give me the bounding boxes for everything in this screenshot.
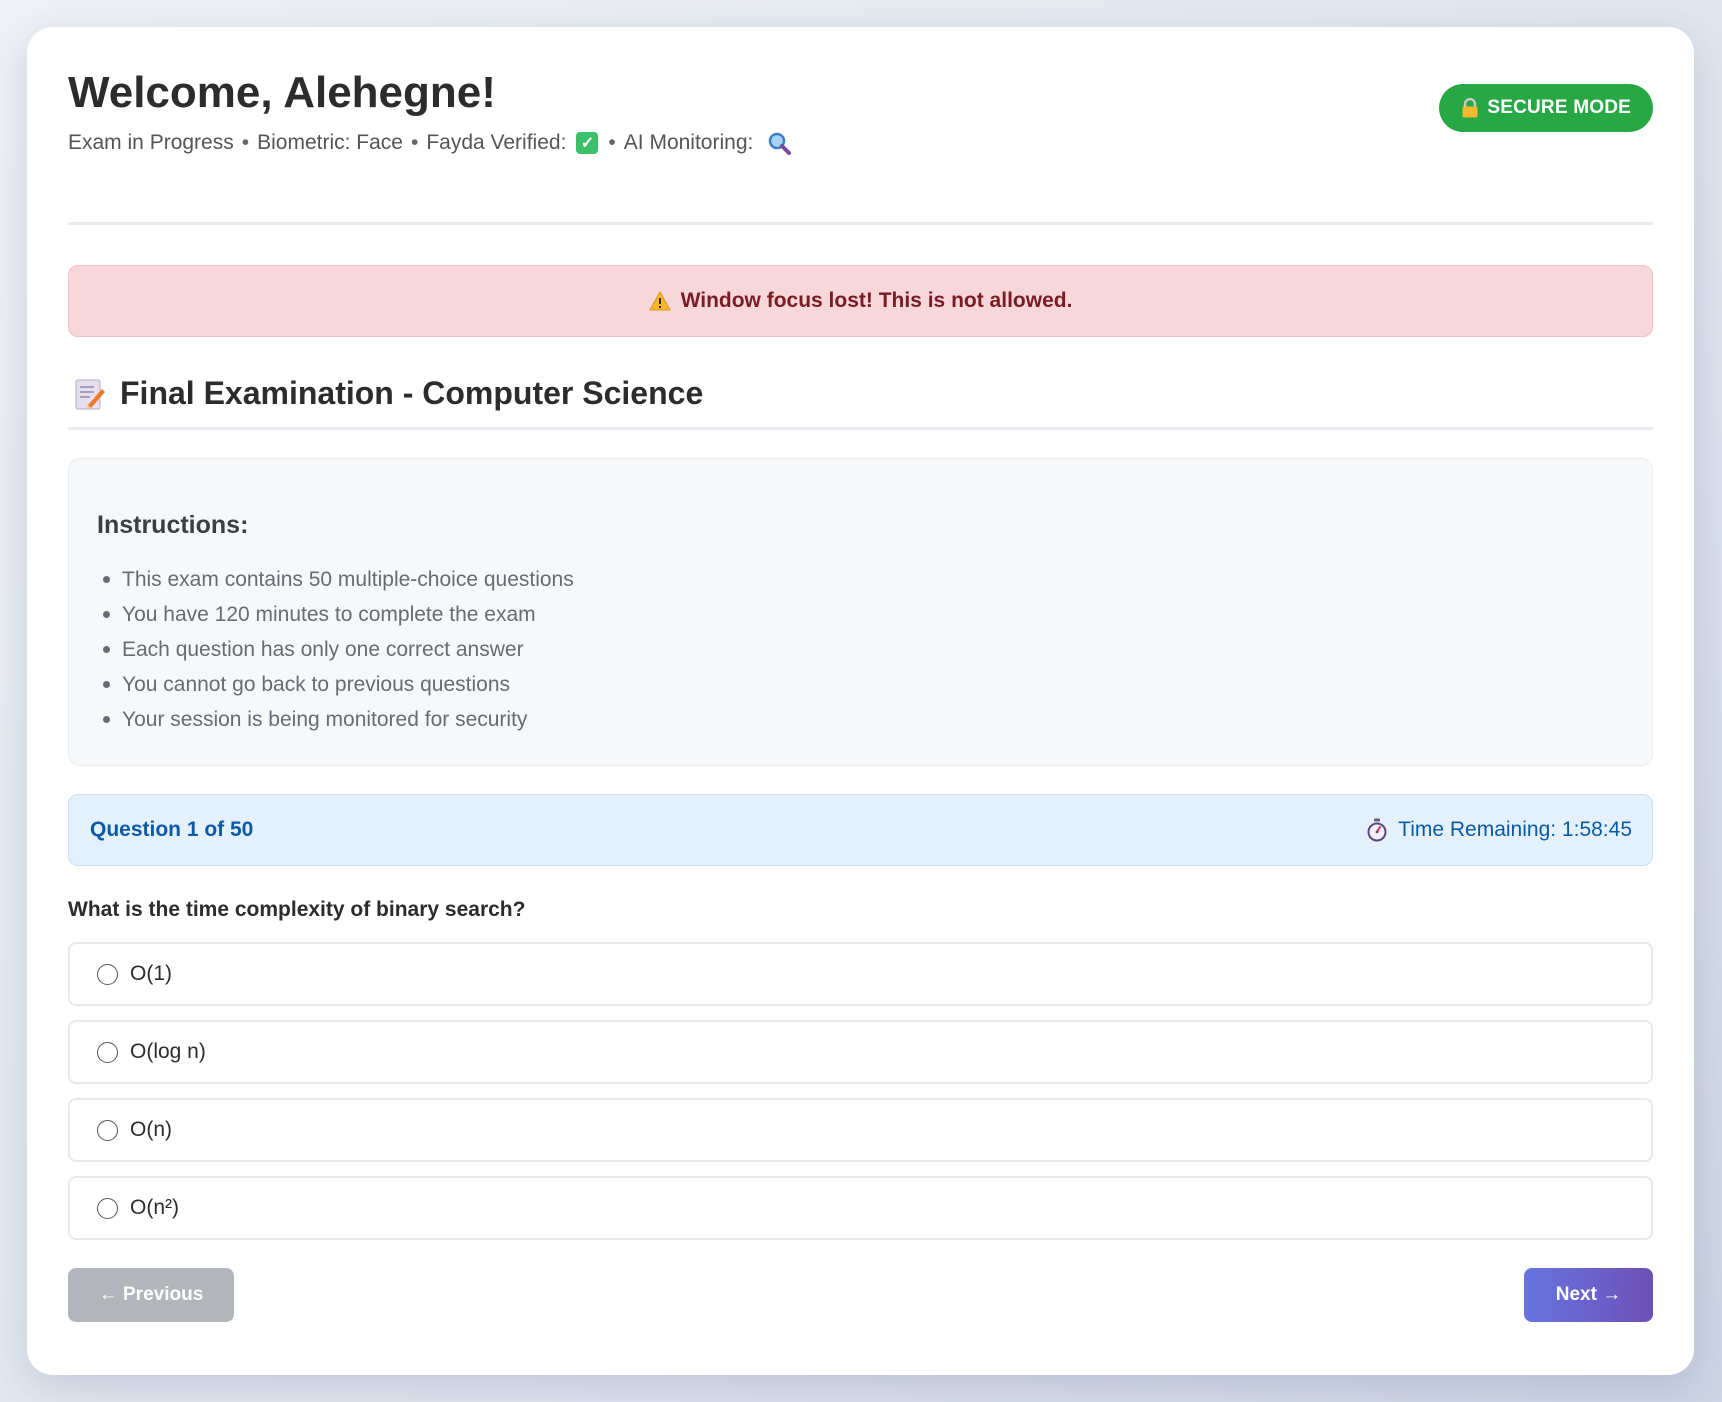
- instructions-panel: Instructions: This exam contains 50 mult…: [68, 458, 1653, 766]
- radio-button[interactable]: [97, 963, 118, 985]
- bullet: [103, 681, 110, 688]
- option-label: O(log n): [130, 1040, 206, 1063]
- check-box-icon: ✓: [576, 132, 599, 155]
- exam-title-text: Final Examination - Computer Science: [120, 375, 704, 411]
- answer-option-2[interactable]: O(log n): [68, 1020, 1653, 1084]
- time-remaining: Time Remaining: 1:58:45: [1366, 818, 1632, 842]
- question-navigation: ← Previous Next →: [68, 1268, 1653, 1322]
- answer-options: O(1) O(log n) O(n) O(n²): [68, 942, 1653, 1240]
- instructions-heading: Instructions:: [97, 511, 249, 539]
- answer-option-1[interactable]: O(1): [68, 942, 1653, 1006]
- bullet: [103, 611, 110, 618]
- question-counter: Question 1 of 50: [90, 818, 254, 841]
- alert-message: Window focus lost! This is not allowed.: [680, 289, 1073, 312]
- bullet: [103, 646, 110, 653]
- secure-mode-badge: SECURE MODE: [1439, 84, 1653, 132]
- question-status-bar: Question 1 of 50 Time Remaining: 1:58:45: [68, 794, 1653, 866]
- separator: •: [241, 131, 250, 155]
- session-meta: Exam in Progress • Biometric: Face • Fay…: [68, 131, 1653, 156]
- instruction-text: You cannot go back to previous questions: [122, 672, 510, 696]
- next-button[interactable]: Next →: [1524, 1268, 1653, 1322]
- option-label: O(n²): [130, 1196, 179, 1219]
- focus-lost-alert: Window focus lost! This is not allowed.: [68, 265, 1653, 337]
- radio-button[interactable]: [97, 1119, 118, 1141]
- option-label: O(n): [130, 1118, 172, 1141]
- stopwatch-icon: [1366, 818, 1388, 842]
- bullet: [103, 576, 110, 583]
- instruction-text: This exam contains 50 multiple-choice qu…: [122, 567, 574, 591]
- instruction-text: You have 120 minutes to complete the exa…: [122, 602, 536, 626]
- separator: •: [410, 131, 419, 155]
- secure-mode-label: SECURE MODE: [1487, 97, 1631, 118]
- answer-option-4[interactable]: O(n²): [68, 1176, 1653, 1240]
- warning-icon: [648, 290, 671, 311]
- radio-button[interactable]: [97, 1197, 118, 1219]
- instruction-text: Your session is being monitored for secu…: [122, 707, 528, 731]
- ai-monitoring-text: AI Monitoring:: [623, 131, 754, 155]
- previous-button[interactable]: ← Previous: [68, 1268, 234, 1322]
- bullet: [103, 716, 110, 723]
- list-item: Your session is being monitored for secu…: [103, 702, 1624, 737]
- answer-option-3[interactable]: O(n): [68, 1098, 1653, 1162]
- exam-title: Final Examination - Computer Science: [68, 375, 1653, 430]
- page-header: Welcome, Alehegne! Exam in Progress • Bi…: [68, 67, 1653, 225]
- magnifier-icon: [767, 131, 792, 156]
- list-item: Each question has only one correct answe…: [103, 632, 1624, 667]
- list-item: You have 120 minutes to complete the exa…: [103, 597, 1624, 632]
- question-text: What is the time complexity of binary se…: [68, 898, 526, 921]
- welcome-heading: Welcome, Alehegne!: [68, 68, 496, 117]
- option-label: O(1): [130, 962, 172, 985]
- list-item: You cannot go back to previous questions: [103, 667, 1624, 702]
- separator: •: [608, 131, 616, 155]
- lock-icon: [1461, 97, 1479, 118]
- timer-text: Time Remaining: 1:58:45: [1398, 818, 1632, 841]
- fayda-text: Fayda Verified:: [426, 131, 567, 155]
- list-item: This exam contains 50 multiple-choice qu…: [103, 562, 1624, 597]
- instruction-text: Each question has only one correct answe…: [122, 637, 524, 661]
- exam-card: Welcome, Alehegne! Exam in Progress • Bi…: [27, 27, 1694, 1375]
- instructions-list: This exam contains 50 multiple-choice qu…: [97, 562, 1624, 737]
- radio-button[interactable]: [97, 1041, 118, 1063]
- exam-status-text: Exam in Progress: [68, 131, 234, 155]
- biometric-text: Biometric: Face: [257, 131, 403, 155]
- memo-icon: [74, 377, 106, 411]
